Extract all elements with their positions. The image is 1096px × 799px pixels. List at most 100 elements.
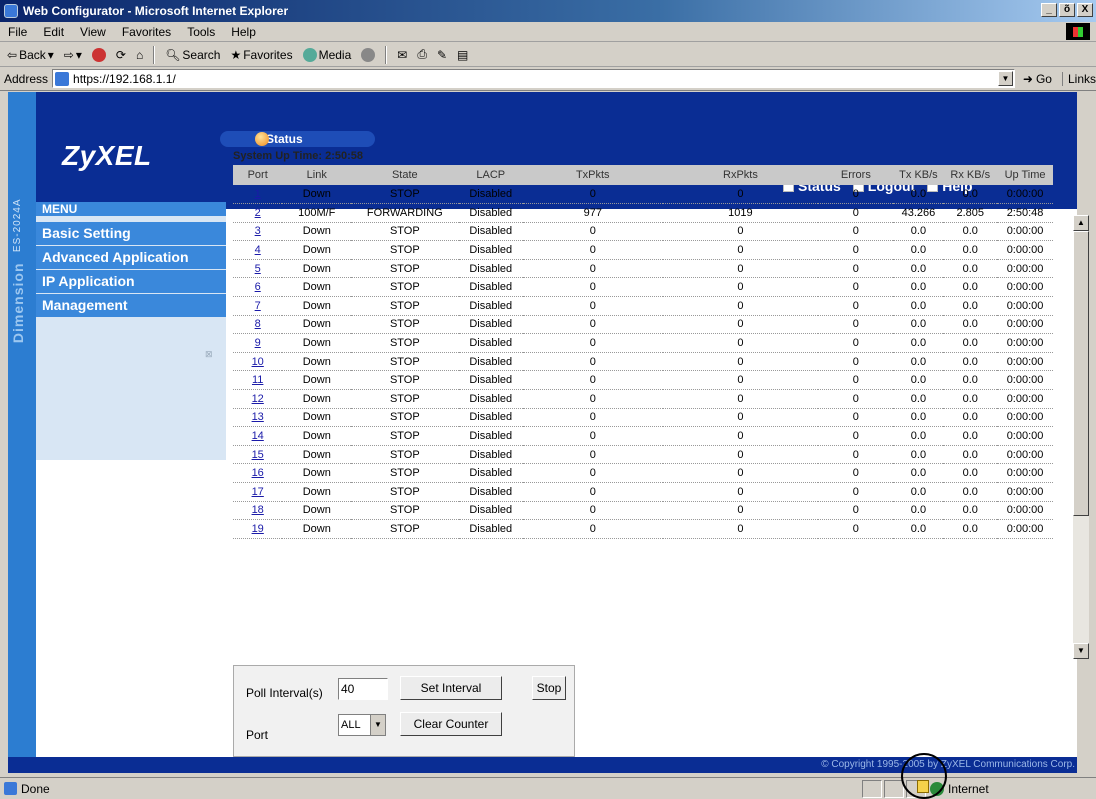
table-cell: Disabled: [458, 333, 523, 353]
port-link[interactable]: 9: [255, 337, 261, 349]
port-select[interactable]: ALL ▼: [338, 714, 386, 736]
address-input[interactable]: https://192.168.1.1/ ▼: [52, 69, 1015, 88]
port-link[interactable]: 8: [255, 318, 261, 330]
table-row: 8 Down STOP Disabled 0 0 0 0.0 0.0 0:00:00: [233, 315, 1053, 335]
menu-collapse-icon[interactable]: ⊠: [205, 349, 213, 360]
port-link[interactable]: 11: [252, 374, 263, 386]
table-cell: 8: [233, 315, 283, 335]
port-link[interactable]: 3: [255, 225, 261, 237]
table-cell: 0.0: [943, 296, 998, 316]
table-cell: STOP: [351, 408, 459, 428]
edit-button[interactable]: ✎: [434, 45, 450, 65]
port-link[interactable]: 4: [255, 244, 261, 256]
scroll-thumb[interactable]: [1073, 231, 1089, 516]
menu-favorites[interactable]: Favorites: [114, 25, 179, 39]
port-link[interactable]: 17: [252, 486, 264, 498]
forward-button[interactable]: ⇨ ▾: [61, 45, 85, 65]
chevron-down-icon: ▼: [370, 715, 385, 735]
refresh-button[interactable]: ⟳: [113, 45, 129, 65]
table-cell: Disabled: [458, 445, 523, 465]
history-button[interactable]: [358, 45, 378, 65]
set-interval-button[interactable]: Set Interval: [400, 676, 502, 700]
back-button[interactable]: ⇦ Back ▾: [4, 45, 57, 65]
table-cell: 0: [662, 333, 819, 353]
links-button[interactable]: Links: [1061, 71, 1096, 86]
port-link[interactable]: 18: [252, 504, 264, 516]
table-cell: 0.0: [893, 185, 944, 205]
table-cell: Down: [282, 445, 352, 465]
table-cell: 13: [233, 408, 283, 428]
table-cell: Disabled: [458, 352, 523, 372]
home-button[interactable]: ⌂: [133, 45, 146, 65]
favorites-button[interactable]: ★ Favorites: [227, 45, 295, 65]
port-link[interactable]: 10: [252, 356, 264, 368]
table-cell: 0.0: [943, 463, 998, 483]
port-link[interactable]: 12: [252, 393, 264, 405]
search-button[interactable]: 🔍︎ Search: [162, 45, 223, 65]
sidebar-item-basic-setting[interactable]: Basic Setting: [36, 222, 226, 245]
print-button[interactable]: ⎙: [414, 45, 430, 65]
table-cell: 0.0: [943, 370, 998, 391]
table-cell: STOP: [351, 222, 459, 242]
scroll-down-icon[interactable]: ▼: [1073, 643, 1089, 659]
table-cell: 0.0: [943, 501, 998, 521]
table-cell: Down: [282, 389, 352, 409]
sidebar-item-management[interactable]: Management: [36, 294, 226, 317]
address-dropdown-icon[interactable]: ▼: [997, 71, 1013, 86]
table-cell: STOP: [351, 501, 459, 521]
forward-dropdown-icon[interactable]: ▾: [76, 48, 82, 62]
port-link[interactable]: 19: [252, 523, 264, 535]
port-link[interactable]: 13: [252, 411, 264, 423]
media-button[interactable]: Media: [300, 45, 355, 65]
table-cell: 0: [662, 259, 819, 279]
page-done-icon: [4, 782, 17, 795]
sidebar-item-advanced-application[interactable]: Advanced Application: [36, 246, 226, 269]
go-button[interactable]: ➜ Go: [1023, 72, 1052, 86]
menu-edit[interactable]: Edit: [35, 25, 72, 39]
stop-load-button[interactable]: [89, 45, 109, 65]
menu-file[interactable]: File: [0, 25, 35, 39]
table-cell: 0.0: [943, 445, 998, 465]
windows-logo-icon: [1066, 23, 1090, 40]
port-link[interactable]: 14: [252, 430, 264, 442]
table-cell: 0.0: [893, 259, 944, 279]
table-cell: Disabled: [458, 389, 523, 409]
maximize-button[interactable]: õ: [1059, 3, 1075, 17]
table-row: 11 Down STOP Disabled 0 0 0 0.0 0.0 0:00:00: [233, 370, 1053, 391]
table-cell: STOP: [351, 333, 459, 353]
back-dropdown-icon[interactable]: ▾: [48, 48, 54, 62]
port-link[interactable]: 1: [255, 188, 261, 200]
table-cell: 0.0: [893, 333, 944, 353]
menu-view[interactable]: View: [72, 25, 114, 39]
table-cell: STOP: [351, 259, 459, 279]
scroll-up-icon[interactable]: ▲: [1073, 215, 1089, 231]
close-button[interactable]: X: [1077, 3, 1093, 17]
poll-interval-input[interactable]: 40: [338, 678, 388, 700]
port-link[interactable]: 15: [252, 449, 264, 461]
table-cell: 0.0: [943, 333, 998, 353]
sidebar-item-ip-application[interactable]: IP Application: [36, 270, 226, 293]
table-cell: 0:00:00: [997, 389, 1053, 409]
mail-button[interactable]: ✉: [394, 45, 410, 65]
table-cell: 16: [233, 463, 283, 483]
clear-counter-button[interactable]: Clear Counter: [400, 712, 502, 736]
vertical-scrollbar[interactable]: ▲ ▼: [1073, 215, 1089, 659]
minimize-button[interactable]: _: [1041, 3, 1057, 17]
port-link[interactable]: 6: [255, 281, 261, 293]
port-link[interactable]: 2: [255, 207, 261, 219]
port-link[interactable]: 7: [255, 300, 261, 312]
table-cell: 0.0: [943, 389, 998, 409]
table-cell: Down: [282, 333, 352, 353]
port-link[interactable]: 5: [255, 263, 261, 275]
table-cell: 7: [233, 296, 283, 316]
favorites-label: Favorites: [243, 47, 293, 62]
discuss-button[interactable]: ▤: [454, 45, 471, 65]
stop-button[interactable]: Stop: [532, 676, 566, 700]
table-cell: Disabled: [458, 277, 523, 298]
port-link[interactable]: 16: [252, 467, 264, 479]
menu-help[interactable]: Help: [223, 25, 264, 39]
table-cell: 0: [522, 296, 663, 316]
menu-tools[interactable]: Tools: [179, 25, 223, 39]
table-row: 3 Down STOP Disabled 0 0 0 0.0 0.0 0:00:00: [233, 222, 1053, 242]
table-cell: 0: [818, 240, 894, 260]
